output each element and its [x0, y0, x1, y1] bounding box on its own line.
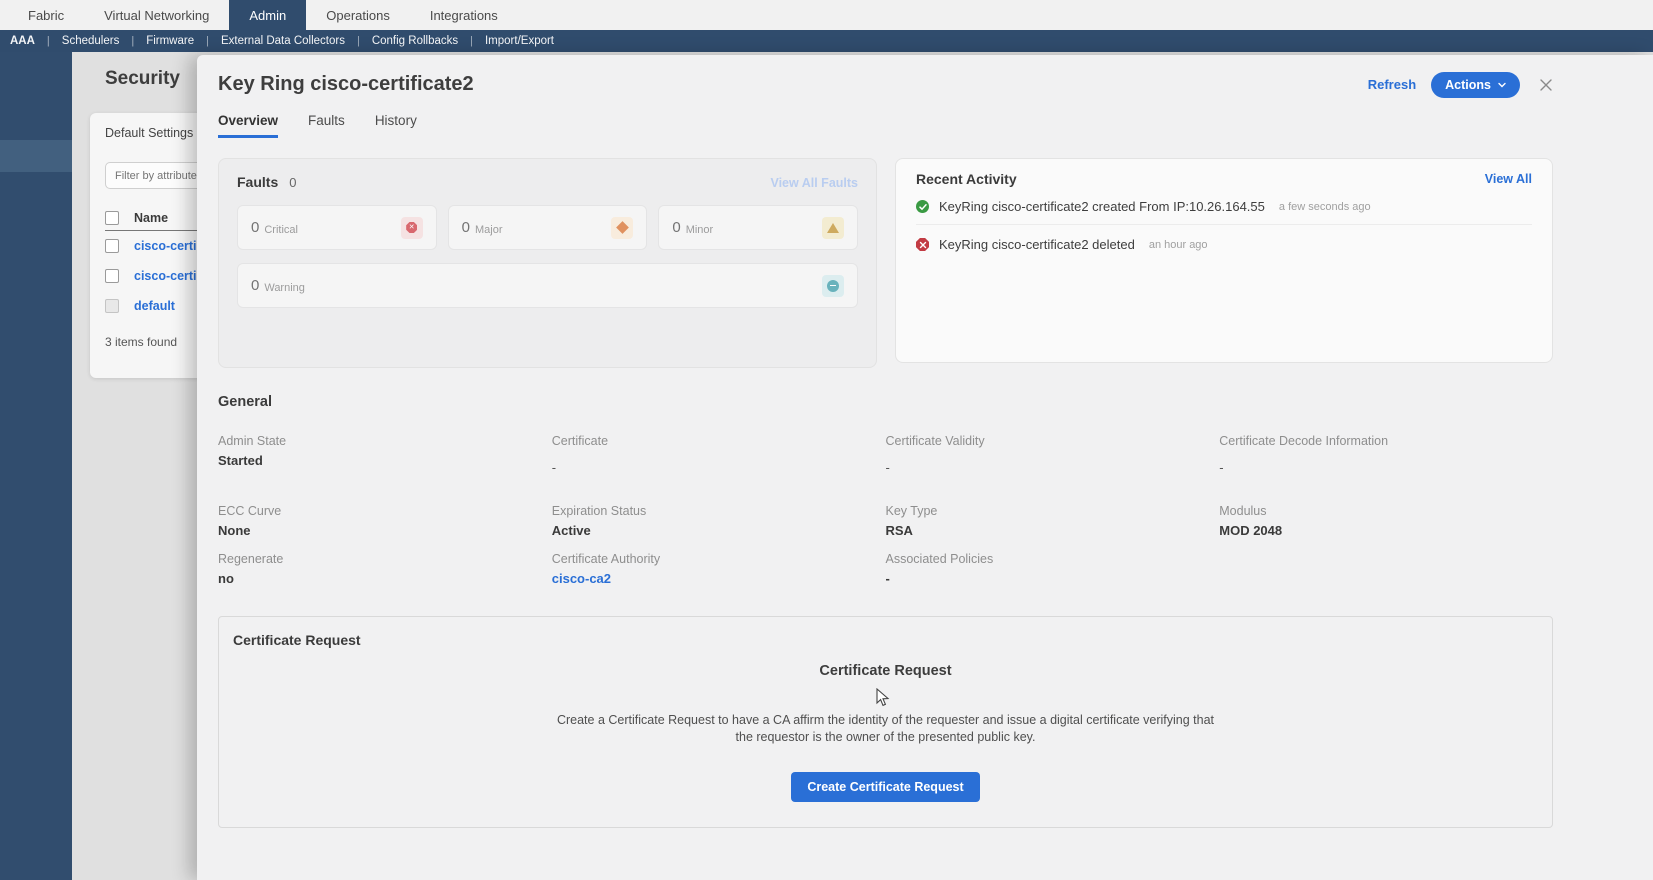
recent-activity-card: Recent Activity View All KeyRing cisco-c… [895, 158, 1553, 363]
top-nav-tab-operations[interactable]: Operations [306, 0, 410, 30]
field-certificate: Certificate - [551, 434, 609, 475]
field-modulus: Modulus MOD 2048 [1219, 504, 1283, 538]
sub-nav-item-external-data-collectors[interactable]: External Data Collectors [209, 35, 357, 47]
security-page-title: Security [105, 68, 180, 89]
critical-faults-card: 0 Critical ✕ [237, 205, 437, 250]
row-checkbox-disabled [105, 299, 119, 313]
page-title: Key Ring cisco-certificate2 [218, 73, 474, 95]
select-all-checkbox[interactable] [105, 210, 119, 225]
warning-faults-card: 0 Warning [237, 263, 858, 308]
faults-card-header: Faults 0 View All Faults [237, 174, 858, 190]
certificate-request-description: Create a Certificate Request to have a C… [556, 713, 1215, 744]
success-check-icon [916, 200, 929, 213]
panel-tabs: Overview Faults History [218, 113, 1553, 138]
warning-triangle-icon [822, 216, 845, 239]
minor-label: Minor [685, 223, 714, 236]
major-label: Major [475, 223, 503, 236]
actions-button-label: Actions [1445, 77, 1491, 92]
field-certificate-authority: Certificate Authority cisco-ca2 [552, 552, 886, 586]
sub-nav-item-firmware[interactable]: Firmware [134, 35, 206, 47]
tab-history[interactable]: History [375, 113, 417, 138]
warning-count: 0 [251, 277, 260, 294]
error-octagon-icon [916, 238, 929, 251]
close-icon[interactable] [1539, 78, 1553, 92]
activity-time: a few seconds ago [1278, 200, 1371, 213]
recent-activity-title: Recent Activity [916, 171, 1017, 187]
keyring-link[interactable]: default [134, 299, 175, 313]
top-nav: Fabric Virtual Networking Admin Operatio… [0, 0, 1653, 30]
certificate-authority-link[interactable]: cisco-ca2 [552, 571, 866, 586]
sub-nav-item-schedulers[interactable]: Schedulers [50, 35, 132, 47]
view-all-faults-link[interactable]: View All Faults [770, 176, 858, 190]
field-regenerate: Regenerate no [218, 552, 284, 586]
faults-title: Faults [237, 174, 279, 190]
field-ecc-curve: ECC Curve None [218, 504, 282, 538]
certificate-request-section: Certificate Request Certificate Request … [218, 616, 1553, 828]
top-nav-tab-integrations[interactable]: Integrations [410, 0, 518, 30]
activity-item: KeyRing cisco-certificate2 deleted an ho… [916, 224, 1532, 262]
major-faults-card: 0 Major [447, 205, 648, 250]
field-expiration-status: Expiration Status Active [551, 504, 647, 538]
minor-faults-card: 0 Minor [658, 205, 859, 250]
minor-count: 0 [672, 219, 681, 236]
keyring-link[interactable]: cisco-certi [134, 239, 197, 253]
warning-label: Warning [264, 281, 305, 294]
field-key-type: Key Type RSA [885, 504, 938, 538]
field-associated-policies: Associated Policies - [885, 552, 994, 586]
field-certificate-validity: Certificate Validity - [885, 434, 985, 475]
actions-button[interactable]: Actions [1431, 71, 1520, 98]
left-sidebar-rail [0, 52, 72, 880]
fault-stats-row: 0 Critical ✕ 0 Major 0 Minor [237, 205, 859, 250]
faults-count: 0 [289, 175, 297, 190]
activity-item: KeyRing cisco-certificate2 created From … [916, 187, 1532, 224]
top-nav-tab-admin[interactable]: Admin [229, 0, 307, 30]
sidebar-active-item[interactable] [0, 140, 72, 172]
general-fields-grid: Admin State Started Certificate - Certif… [218, 434, 1553, 586]
activity-text: KeyRing cisco-certificate2 created From … [939, 199, 1265, 214]
major-count: 0 [461, 219, 471, 236]
minus-circle-icon [822, 274, 844, 297]
refresh-button[interactable]: Refresh [1368, 77, 1416, 92]
top-nav-tab-fabric[interactable]: Fabric [8, 0, 84, 30]
tab-faults[interactable]: Faults [308, 113, 345, 138]
critical-count: 0 [251, 219, 260, 236]
certificate-request-section-title: Certificate Request [233, 632, 361, 648]
panel-header: Key Ring cisco-certificate2 Refresh Acti… [218, 55, 1553, 101]
keyring-link[interactable]: cisco-certi [134, 269, 197, 283]
header-actions: Refresh Actions [1368, 71, 1553, 98]
general-section-title: General [218, 394, 272, 410]
view-all-link[interactable]: View All [1485, 172, 1532, 186]
keyring-detail-panel: Key Ring cisco-certificate2 Refresh Acti… [197, 55, 1653, 880]
certificate-request-heading: Certificate Request [819, 663, 952, 679]
field-certificate-decode-information: Certificate Decode Information - [1219, 434, 1389, 475]
summary-cards-row: Faults 0 View All Faults 0 Critical ✕ 0 … [218, 158, 1553, 368]
recent-activity-header: Recent Activity View All [916, 171, 1532, 187]
faults-card: Faults 0 View All Faults 0 Critical ✕ 0 … [218, 158, 877, 368]
critical-icon: ✕ [400, 216, 423, 239]
critical-label: Critical [264, 223, 298, 236]
activity-time: an hour ago [1148, 238, 1208, 251]
sub-nav-item-import-export[interactable]: Import/Export [473, 35, 566, 47]
activity-text: KeyRing cisco-certificate2 deleted [939, 237, 1135, 252]
row-checkbox[interactable] [105, 239, 119, 253]
general-section: General Admin State Started Certificate … [218, 394, 1553, 586]
row-checkbox[interactable] [105, 269, 119, 283]
field-admin-state: Admin State Started [218, 434, 287, 468]
sub-nav-item-config-rollbacks[interactable]: Config Rollbacks [360, 35, 470, 47]
empty-cell [1219, 552, 1553, 586]
sub-nav-item-aaa[interactable]: AAA [8, 35, 47, 47]
tab-overview[interactable]: Overview [218, 113, 279, 138]
name-column-header: Name [134, 210, 169, 225]
sub-nav: AAA | Schedulers | Firmware | External D… [0, 30, 1653, 52]
top-nav-tab-virtual-networking[interactable]: Virtual Networking [84, 0, 229, 30]
major-icon [611, 216, 634, 239]
create-certificate-request-button[interactable]: Create Certificate Request [791, 772, 980, 802]
chevron-down-icon [1498, 82, 1506, 87]
